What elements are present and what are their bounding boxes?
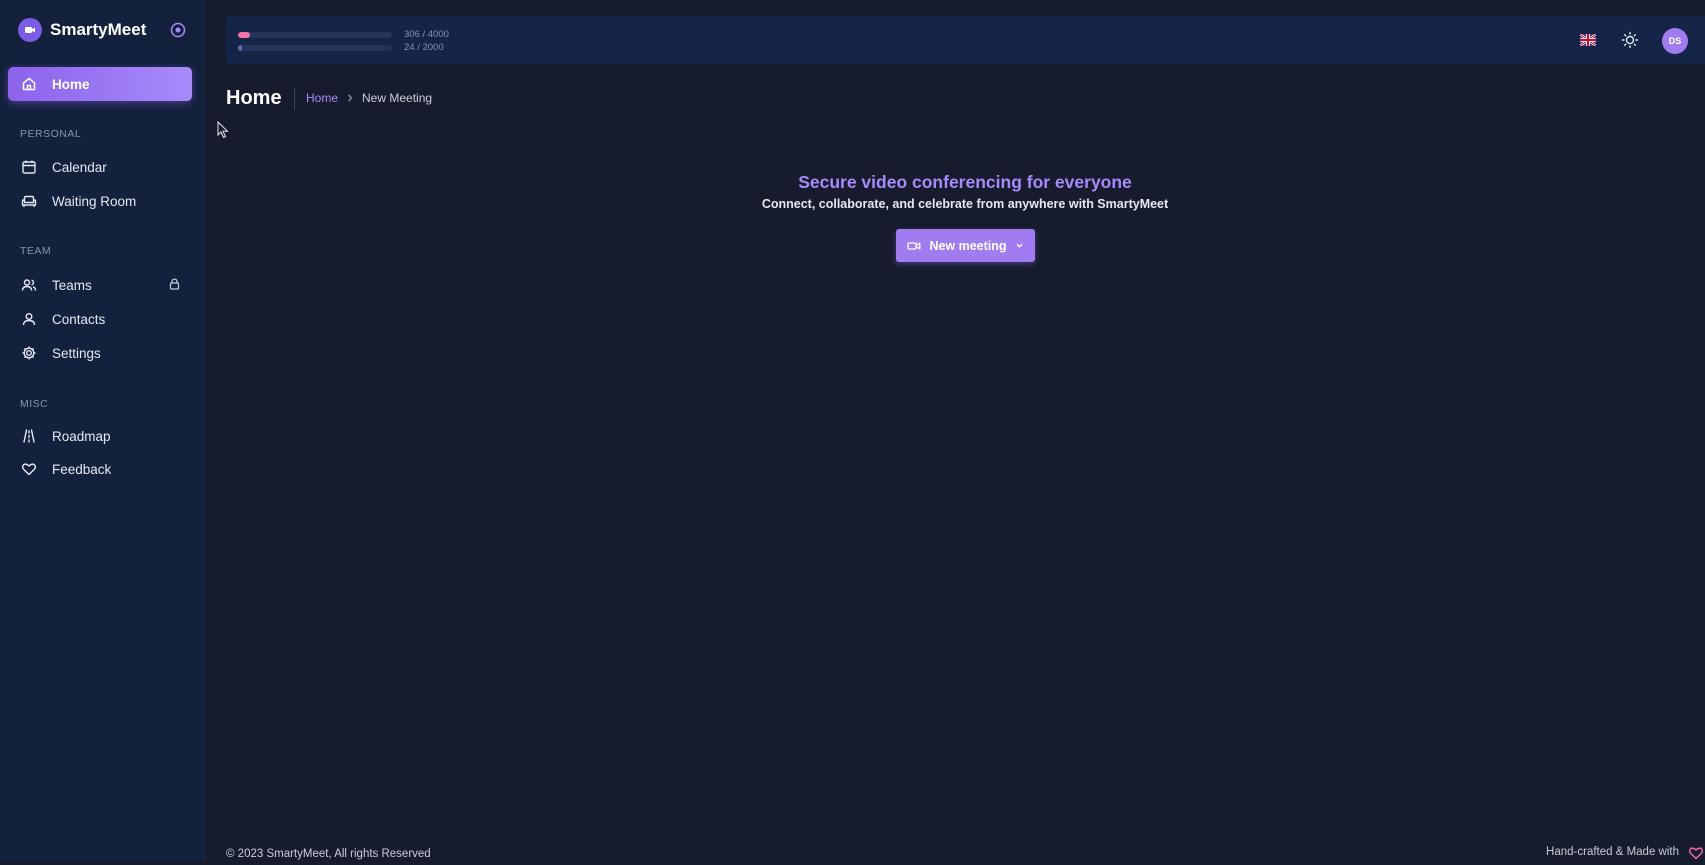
chevron-down-icon: [1015, 241, 1024, 250]
sidebar-item-roadmap[interactable]: Roadmap: [8, 419, 192, 453]
sidebar-item-label: Roadmap: [52, 428, 111, 444]
section-label-team: TEAM: [20, 245, 52, 257]
sidebar-item-teams[interactable]: Teams: [8, 268, 192, 302]
topbar: 306 / 4000 24 / 2000 DS: [226, 16, 1705, 64]
sidebar-item-feedback[interactable]: Feedback: [8, 452, 192, 486]
sidebar-item-home[interactable]: Home: [8, 67, 192, 101]
sidebar-item-calendar[interactable]: Calendar: [8, 150, 192, 184]
road-icon: [20, 427, 38, 445]
usage-meter-participants: 24 / 2000: [238, 42, 444, 53]
page-title: Home: [226, 87, 282, 109]
user-icon: [20, 310, 38, 328]
usage-track: [238, 31, 392, 38]
usage-fill: [238, 44, 242, 51]
users-icon: [20, 276, 38, 294]
title-divider: [294, 88, 295, 110]
sidebar-toggle-icon[interactable]: [170, 22, 186, 38]
footer-credit: Hand-crafted & Made with: [1546, 846, 1679, 858]
section-label-misc: MISC: [20, 398, 49, 410]
sidebar-item-label: Calendar: [52, 159, 107, 175]
breadcrumb-current: New Meeting: [362, 91, 433, 105]
heart-icon: [20, 460, 38, 478]
app-name: SmartyMeet: [50, 20, 147, 39]
home-icon: [20, 75, 38, 93]
calendar-icon: [20, 158, 38, 176]
gear-icon: [20, 344, 38, 362]
usage-text: 306 / 4000: [404, 29, 449, 40]
sidebar-item-label: Waiting Room: [52, 193, 137, 209]
mouse-cursor-icon: [217, 120, 229, 144]
sidebar: SmartyMeet Home PERSONAL Calendar Waitin…: [0, 0, 205, 861]
usage-meter-minutes: 306 / 4000: [238, 29, 449, 40]
hero-subtitle: Connect, collaborate, and celebrate from…: [761, 197, 1169, 211]
avatar[interactable]: DS: [1662, 28, 1688, 54]
sidebar-item-label: Feedback: [52, 461, 112, 477]
sofa-icon: [20, 192, 38, 210]
sun-icon[interactable]: [1621, 31, 1639, 49]
new-meeting-button[interactable]: New meeting: [896, 229, 1035, 262]
usage-fill: [238, 31, 250, 38]
new-meeting-label: New meeting: [929, 238, 1007, 253]
sidebar-item-label: Contacts: [52, 311, 106, 327]
sidebar-item-contacts[interactable]: Contacts: [8, 302, 192, 336]
uk-flag-icon[interactable]: [1580, 33, 1596, 47]
usage-text: 24 / 2000: [404, 42, 444, 53]
usage-track: [238, 44, 392, 51]
sidebar-item-settings[interactable]: Settings: [8, 336, 192, 370]
sidebar-item-label: Home: [52, 76, 90, 92]
brand[interactable]: SmartyMeet: [18, 18, 146, 42]
heart-icon: [1688, 846, 1704, 865]
video-camera-icon: [907, 240, 921, 252]
breadcrumb-home-link[interactable]: Home: [306, 91, 338, 105]
lock-icon: [169, 278, 180, 293]
sidebar-item-waiting-room[interactable]: Waiting Room: [8, 184, 192, 218]
sidebar-item-label: Settings: [52, 345, 101, 361]
hero-title: Secure video conferencing for everyone: [798, 172, 1132, 192]
sidebar-item-label: Teams: [52, 277, 92, 293]
chevron-right-icon: [346, 93, 354, 103]
breadcrumb: Home New Meeting: [306, 91, 432, 105]
section-label-personal: PERSONAL: [20, 128, 82, 140]
footer-copyright: © 2023 SmartyMeet, All rights Reserved: [226, 848, 431, 860]
logo-icon: [18, 18, 42, 42]
